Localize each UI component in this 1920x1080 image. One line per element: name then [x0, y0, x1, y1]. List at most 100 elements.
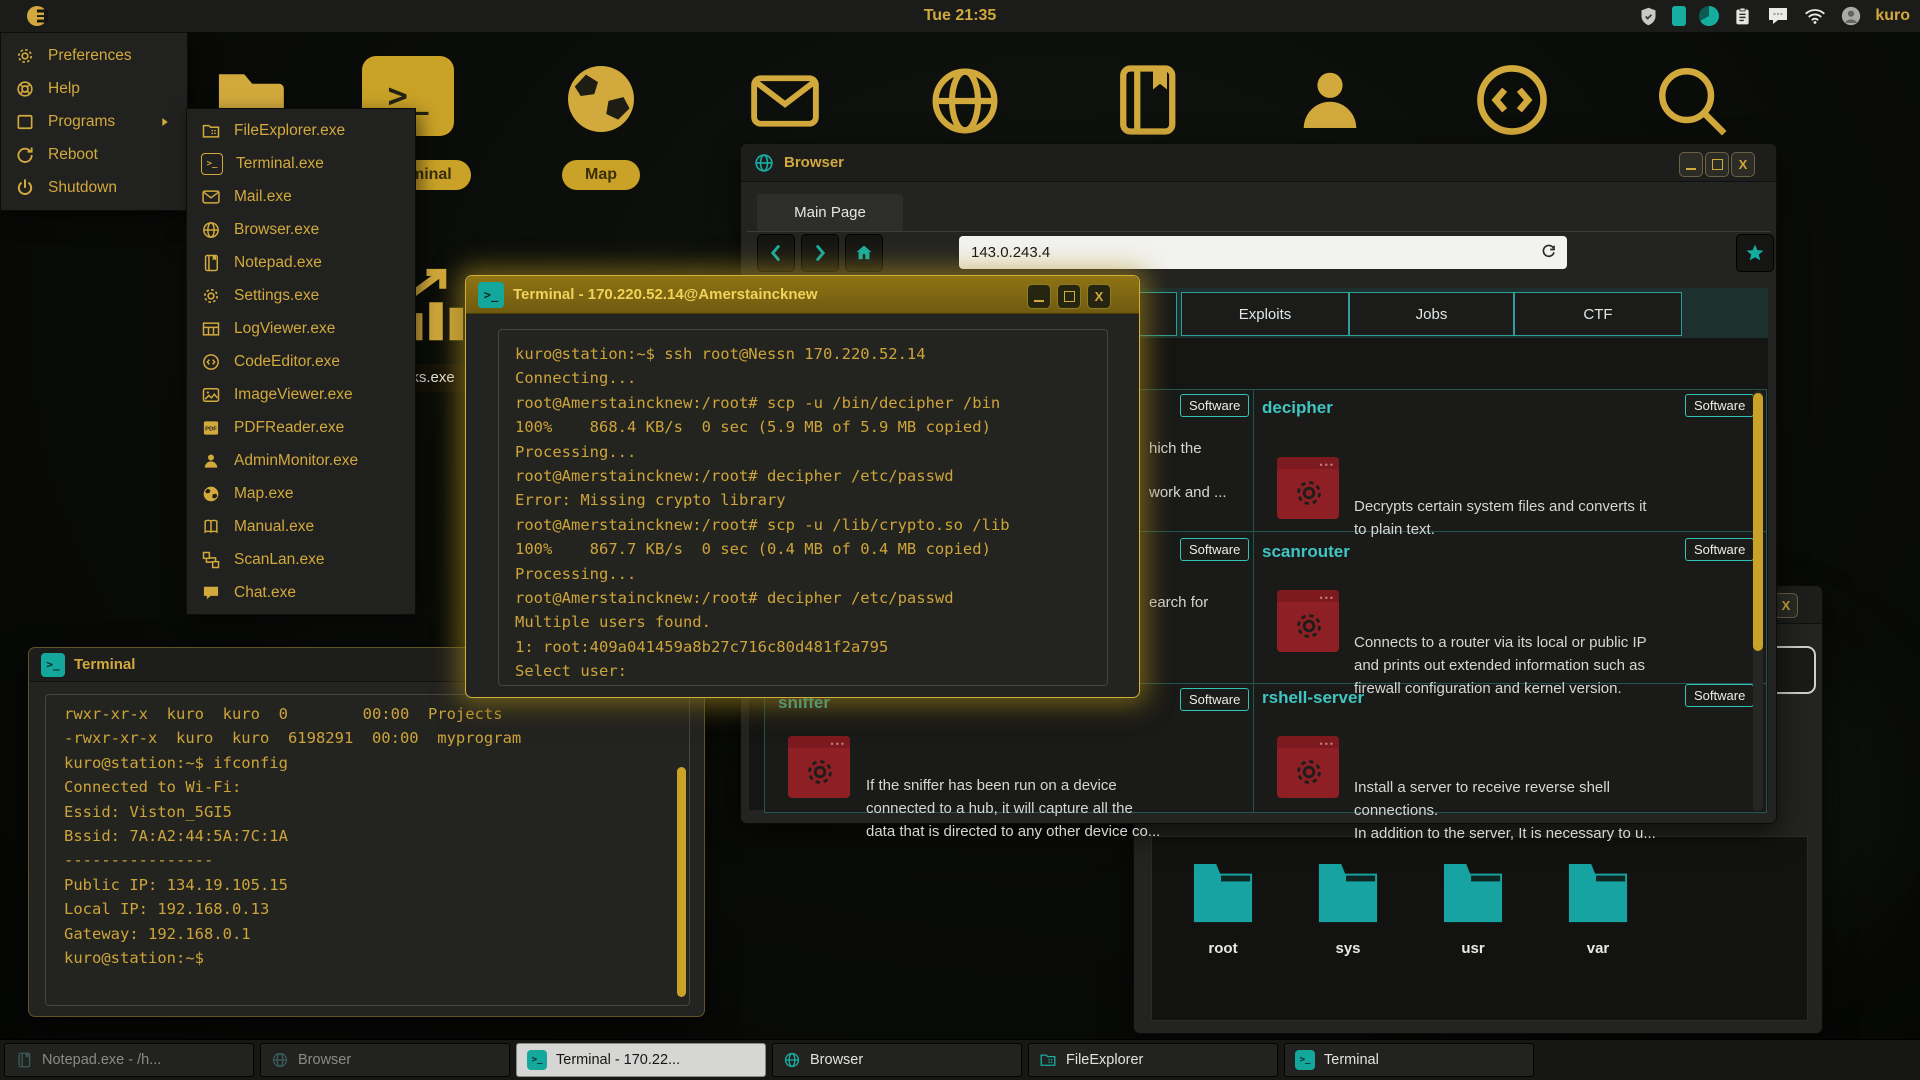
browser-scrollbar-thumb[interactable] — [1753, 393, 1763, 651]
browser-bookmark-button[interactable] — [1736, 234, 1774, 272]
terminal-line: kuro@station:~$ ssh root@Nessn 170.220.5… — [515, 342, 1107, 366]
remote-terminal-minimize-button[interactable] — [1027, 284, 1051, 309]
terminal-line: Processing... — [515, 562, 1107, 586]
app-icon-dots: ••• — [831, 739, 846, 749]
terminal-line: Connecting... — [515, 366, 1107, 390]
browser-titlebar[interactable]: Browser — [741, 144, 1776, 182]
local-terminal-window: Terminal rwxr-xr-x kuro kuro 0 00:00 Pro… — [28, 647, 705, 1017]
tab-divider — [747, 231, 1770, 232]
submenu-item-scanlan[interactable]: ScanLan.exe — [187, 543, 415, 576]
software-badge: Software — [1685, 394, 1754, 417]
terminal-scrollbar-thumb[interactable] — [677, 767, 686, 997]
menu-item-help[interactable]: Help — [1, 72, 187, 105]
app-icon-dots: ••• — [1320, 593, 1335, 603]
desktop-icon-map-label[interactable]: Map — [562, 160, 640, 190]
menu-item-reboot[interactable]: Reboot — [1, 138, 187, 171]
submenu-item-adminmonitor[interactable]: AdminMonitor.exe — [187, 444, 415, 477]
submenu-item-codeeditor[interactable]: CodeEditor.exe — [187, 345, 415, 378]
terminal-line: root@Amerstaincknew:/root# scp -u /lib/c… — [515, 513, 1107, 537]
remote-terminal-close-button[interactable]: X — [1087, 284, 1111, 309]
avatar-icon[interactable] — [1840, 5, 1862, 27]
taskbar-item-browser-2[interactable]: Browser — [772, 1043, 1022, 1077]
terminal-line: 100% 868.4 KB/s 0 sec (5.9 MB of 5.9 MB … — [515, 415, 1107, 439]
terminal-line: Select user: — [515, 659, 1107, 683]
submenu-item-label: CodeEditor.exe — [234, 353, 340, 371]
map-globe-icon — [201, 484, 221, 504]
submenu-item-settings[interactable]: Settings.exe — [187, 279, 415, 312]
star-icon — [1744, 242, 1766, 264]
terminal-line: -rwxr-xr-x kuro kuro 6198291 00:00 mypro… — [64, 726, 689, 750]
taskbar-item-local-terminal[interactable]: Terminal — [1284, 1043, 1534, 1077]
submenu-item-label: ImageViewer.exe — [234, 386, 353, 404]
submenu-item-label: Terminal.exe — [236, 155, 324, 173]
terminal-icon — [41, 653, 65, 677]
submenu-arrow-icon — [157, 114, 173, 130]
software-badge: Software — [1180, 394, 1249, 417]
submenu-item-mail[interactable]: Mail.exe — [187, 180, 415, 213]
browser-forward-button[interactable] — [801, 234, 839, 272]
submenu-item-logviewer[interactable]: LogViewer.exe — [187, 312, 415, 345]
taskbar-item-remote-terminal[interactable]: Terminal - 170.22... — [516, 1043, 766, 1077]
site-tab-exploits[interactable]: Exploits — [1181, 292, 1349, 336]
gear-icon — [803, 755, 837, 789]
top-bar: Tue 21:35 kuro — [0, 0, 1920, 32]
disk-usage-icon[interactable] — [1699, 6, 1719, 26]
gear-icon — [15, 46, 35, 66]
taskbar-item-notepad[interactable]: Notepad.exe - /h... — [4, 1043, 254, 1077]
submenu-item-pdfreader[interactable]: PDFReader.exe — [187, 411, 415, 444]
browser-back-button[interactable] — [757, 234, 795, 272]
desktop-icon-browser[interactable] — [922, 60, 1008, 142]
folder-grid-icon — [201, 121, 221, 141]
submenu-item-terminal[interactable]: Terminal.exe — [187, 147, 415, 180]
desktop-icon-codeeditor[interactable] — [1466, 56, 1558, 144]
browser-tab-main-page[interactable]: Main Page — [757, 194, 903, 231]
site-tab-jobs[interactable]: Jobs — [1349, 292, 1514, 336]
submenu-item-imageviewer[interactable]: ImageViewer.exe — [187, 378, 415, 411]
desktop-icon-adminmonitor[interactable] — [1286, 58, 1374, 142]
desktop-icon-mail[interactable] — [742, 62, 828, 140]
browser-maximize-button[interactable] — [1705, 152, 1729, 177]
globe-icon — [271, 1051, 289, 1069]
refresh-icon[interactable] — [1539, 242, 1559, 262]
submenu-item-fileexplorer[interactable]: FileExplorer.exe — [187, 114, 415, 147]
messages-icon[interactable] — [1766, 4, 1790, 28]
software-title[interactable]: scanrouter — [1262, 542, 1350, 562]
browser-home-button[interactable] — [845, 234, 883, 272]
menu-item-programs[interactable]: Programs — [1, 105, 187, 138]
folder-item[interactable]: root — [1173, 860, 1273, 957]
menu-item-shutdown[interactable]: Shutdown — [1, 171, 187, 204]
shield-check-icon[interactable] — [1638, 5, 1659, 28]
desktop-icon-map[interactable] — [556, 54, 646, 144]
menu-item-label: Programs — [48, 113, 115, 131]
local-terminal-output[interactable]: rwxr-xr-x kuro kuro 0 00:00 Projects -rw… — [45, 694, 690, 1006]
fileexplorer-close-button[interactable]: X — [1774, 593, 1798, 618]
browser-url-bar[interactable]: 143.0.243.4 — [959, 236, 1567, 269]
desktop-icon-search[interactable] — [1648, 58, 1736, 144]
software-title[interactable]: rshell-server — [1262, 688, 1364, 708]
software-desc: Connects to a router via its local or pu… — [1354, 585, 1647, 746]
remote-terminal-output[interactable]: kuro@station:~$ ssh root@Nessn 170.220.5… — [498, 329, 1108, 686]
wifi-icon[interactable] — [1803, 5, 1827, 27]
gear-icon — [1292, 609, 1326, 643]
desktop-icon-notepad[interactable] — [1104, 58, 1188, 142]
submenu-item-map[interactable]: Map.exe — [187, 477, 415, 510]
software-title[interactable]: decipher — [1262, 398, 1333, 418]
submenu-item-manual[interactable]: Manual.exe — [187, 510, 415, 543]
software-desc: Decrypts certain system files and conver… — [1354, 449, 1647, 587]
submenu-item-browser[interactable]: Browser.exe — [187, 213, 415, 246]
taskbar-item-browser-1[interactable]: Browser — [260, 1043, 510, 1077]
taskbar-item-fileexplorer[interactable]: FileExplorer — [1028, 1043, 1278, 1077]
site-tab-ctf[interactable]: CTF — [1514, 292, 1682, 336]
terminal-line: Local IP: 192.168.0.13 — [64, 897, 689, 921]
menu-item-label: Shutdown — [48, 179, 117, 197]
browser-close-button[interactable]: X — [1731, 152, 1755, 177]
browser-minimize-button[interactable] — [1679, 152, 1703, 177]
battery-icon[interactable] — [1672, 6, 1686, 26]
menu-item-preferences[interactable]: Preferences — [1, 39, 187, 72]
submenu-item-chat[interactable]: Chat.exe — [187, 576, 415, 609]
terminal-line: Essid: Viston_5GI5 — [64, 800, 689, 824]
submenu-item-notepad[interactable]: Notepad.exe — [187, 246, 415, 279]
remote-terminal-maximize-button[interactable] — [1057, 284, 1081, 309]
terminal-line: kuro@station:~$ ifconfig — [64, 751, 689, 775]
clipboard-icon[interactable] — [1732, 5, 1753, 28]
